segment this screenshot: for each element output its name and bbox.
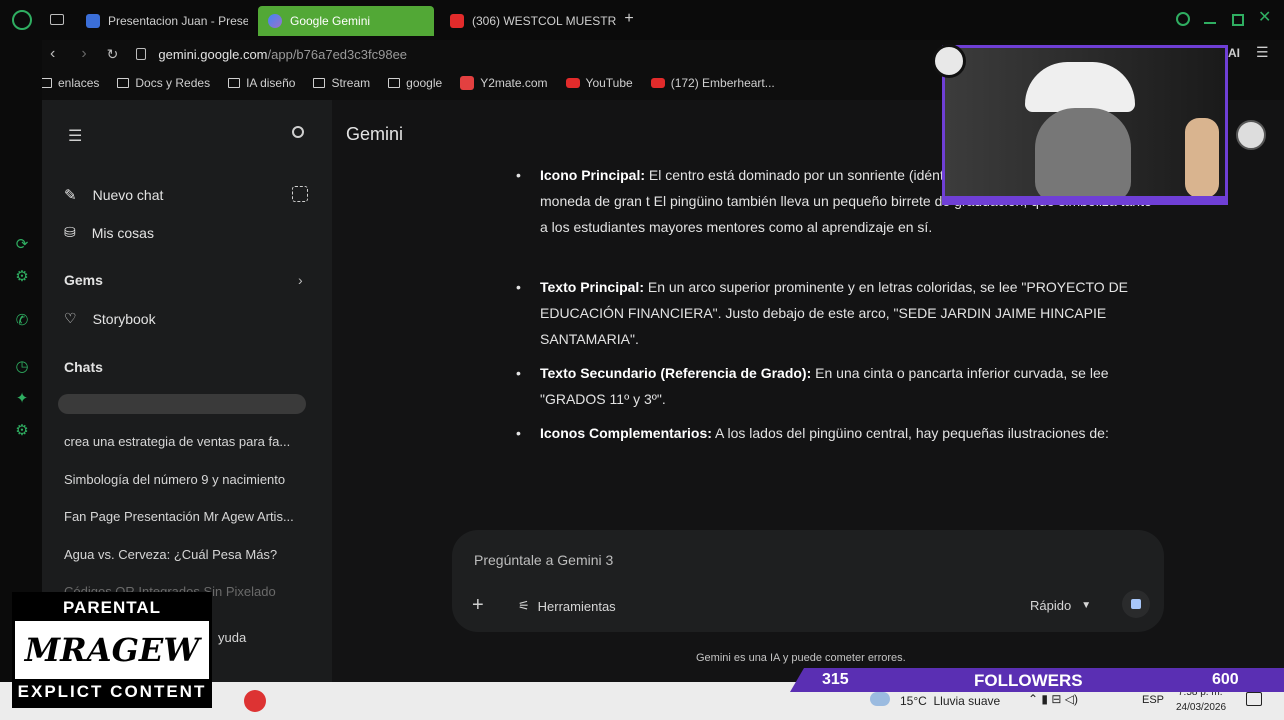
opera-taskbar-icon[interactable] bbox=[244, 690, 266, 712]
settings-icon[interactable]: ⚙ bbox=[13, 422, 31, 440]
chevron-right-icon[interactable]: › bbox=[298, 272, 303, 288]
page-title: Gemini bbox=[346, 124, 404, 144]
bookmark-ia-diseno[interactable]: IA diseño bbox=[228, 76, 295, 90]
prompt-input[interactable]: Pregúntale a Gemini 3 bbox=[474, 552, 613, 568]
streamer-avatar-icon bbox=[932, 44, 966, 78]
bookmark-google[interactable]: google bbox=[388, 76, 442, 90]
forward-icon[interactable]: › bbox=[81, 45, 86, 63]
bookmark-enlaces[interactable]: enlaces bbox=[40, 76, 99, 90]
folder-icon bbox=[388, 78, 401, 88]
browser-tab-bar: Presentacion Juan - Prese Google Gemini … bbox=[0, 0, 1284, 40]
followers-count: 315 bbox=[822, 671, 849, 688]
chevron-down-icon: ▼ bbox=[1081, 600, 1092, 611]
close-window-icon[interactable]: ✕ bbox=[1258, 10, 1274, 26]
chats-header: Chats bbox=[64, 359, 103, 375]
youtube-icon bbox=[650, 78, 665, 88]
folder-icon bbox=[228, 78, 241, 88]
chat-item[interactable]: crea una estrategia de ventas para fa... bbox=[64, 434, 314, 449]
parental-top-text: PARENTAL ADVISORY bbox=[15, 595, 209, 643]
extensions-icon[interactable]: ✦ bbox=[13, 390, 31, 408]
chat-item[interactable]: Fan Page Presentación Mr Agew Artis... bbox=[64, 509, 314, 524]
opera-sidebar: ⟳ ⚙ ✆ ◷ ✦ ⚙ bbox=[0, 40, 42, 682]
followers-goal: 600 bbox=[1212, 671, 1239, 688]
search-tabs-icon[interactable] bbox=[1176, 12, 1190, 26]
tab-presentacion[interactable]: Presentacion Juan - Prese bbox=[76, 6, 248, 36]
profile-badge: AI bbox=[1228, 46, 1240, 60]
maximize-icon[interactable] bbox=[1232, 14, 1244, 26]
edit-icon: ✎ bbox=[64, 187, 77, 204]
chat-item[interactable]: Agua vs. Cerveza: ¿Cuál Pesa Más? bbox=[64, 547, 314, 562]
folder-icon bbox=[117, 78, 130, 88]
slides-favicon-icon bbox=[86, 14, 100, 28]
sliders-icon: ⚟ bbox=[518, 598, 530, 613]
chat-item[interactable]: yuda bbox=[218, 630, 298, 645]
bookmark-stream[interactable]: Stream bbox=[313, 76, 370, 90]
workspaces-icon[interactable] bbox=[50, 14, 64, 25]
back-icon[interactable]: ‹ bbox=[50, 45, 55, 63]
opera-logo-icon[interactable] bbox=[12, 10, 32, 30]
temporary-chat-icon[interactable] bbox=[292, 186, 308, 202]
chat-item-placeholder[interactable] bbox=[58, 394, 306, 414]
tab-gemini[interactable]: Google Gemini bbox=[258, 6, 434, 36]
reload-icon[interactable]: ↻ bbox=[107, 46, 119, 63]
new-tab-icon[interactable]: + bbox=[620, 10, 638, 28]
url-text[interactable]: gemini.google.com/app/b76a7ed3c3fc98ee bbox=[158, 47, 407, 62]
gems-header[interactable]: Gems bbox=[64, 272, 103, 288]
bookmark-docs-redes[interactable]: Docs y Redes bbox=[117, 76, 210, 90]
bookmark-y2mate[interactable]: Y2mate.com bbox=[460, 76, 548, 90]
overlay-bottom-bar bbox=[945, 196, 1225, 202]
search-icon[interactable] bbox=[292, 126, 304, 138]
gem-storybook[interactable]: ♡ Storybook bbox=[64, 310, 156, 327]
tab-westcol[interactable]: (306) WESTCOL MUESTRA bbox=[440, 6, 616, 36]
mode-select[interactable]: Rápido ▼ bbox=[1030, 598, 1091, 613]
site-info-icon[interactable] bbox=[136, 48, 147, 60]
history-icon[interactable]: ◷ bbox=[13, 358, 31, 376]
chat-item[interactable]: Simbología del número 9 y nacimiento bbox=[64, 472, 314, 487]
language-indicator[interactable]: ESP bbox=[1142, 694, 1164, 706]
aria-icon[interactable]: ⟳ bbox=[13, 236, 31, 254]
y2mate-icon bbox=[460, 76, 475, 90]
minimize-icon[interactable] bbox=[1204, 22, 1216, 24]
folder-icon bbox=[313, 78, 326, 88]
stack-icon: ⛁ bbox=[64, 224, 76, 240]
disclaimer: Gemini es una IA y puede cometer errores… bbox=[696, 652, 906, 664]
bookmark-emberheart[interactable]: (172) Emberheart... bbox=[650, 76, 775, 90]
clock-date[interactable]: 24/03/2026 bbox=[1176, 702, 1226, 713]
hamburger-menu-icon[interactable]: ☰ bbox=[68, 126, 82, 146]
weather-icon bbox=[870, 692, 890, 706]
stop-icon bbox=[1131, 599, 1141, 609]
channel-badge-icon bbox=[1236, 120, 1266, 150]
parental-bottom-text: EXPLICT CONTENT bbox=[15, 679, 209, 705]
prompt-box: Pregúntale a Gemini 3 + ⚟ Herramientas R… bbox=[452, 530, 1164, 632]
whatsapp-icon[interactable]: ✆ bbox=[13, 312, 31, 330]
ai-assistant-icon[interactable]: ⚙ bbox=[13, 268, 31, 286]
tools-button[interactable]: ⚟ Herramientas bbox=[518, 598, 616, 614]
fade-overlay bbox=[512, 476, 1192, 516]
youtube-favicon-icon bbox=[450, 14, 464, 28]
stop-button[interactable] bbox=[1122, 590, 1150, 618]
new-chat-button[interactable]: ✎ Nuevo chat bbox=[64, 186, 163, 204]
youtube-icon bbox=[565, 78, 580, 88]
bookmark-youtube[interactable]: YouTube bbox=[565, 76, 633, 90]
streamer-face bbox=[1035, 108, 1131, 202]
menu-icon[interactable]: ☰ bbox=[1256, 44, 1269, 61]
followers-label: FOLLOWERS bbox=[974, 671, 1083, 690]
gemini-favicon-icon bbox=[268, 14, 282, 28]
tray-icons[interactable]: ⌃ ▮ ⊟ ◁) bbox=[1028, 692, 1078, 706]
add-icon[interactable]: + bbox=[472, 594, 484, 617]
my-stuff-button[interactable]: ⛁ Mis cosas bbox=[64, 224, 154, 241]
mragew-logo: MRAGEW bbox=[24, 631, 200, 669]
bookmarks-bar: enlaces Docs y Redes IA diseño Stream go… bbox=[40, 70, 775, 96]
followers-goal-bar: 315 FOLLOWERS 600 bbox=[790, 668, 1284, 692]
notifications-icon[interactable] bbox=[1246, 692, 1262, 706]
funko-figure bbox=[1185, 118, 1219, 198]
response-bullet: Iconos Complementarios: A los lados del … bbox=[516, 420, 1160, 446]
heart-gem-icon: ♡ bbox=[64, 310, 77, 326]
response-bullet: Texto Principal: En un arco superior pro… bbox=[516, 274, 1160, 352]
webcam-overlay bbox=[942, 45, 1228, 205]
weather-text[interactable]: 15°C Lluvia suave bbox=[900, 694, 1000, 708]
parental-advisory-overlay: PARENTAL ADVISORY MRAGEW EXPLICT CONTENT bbox=[12, 592, 212, 708]
response-bullet: Texto Secundario (Referencia de Grado): … bbox=[516, 360, 1160, 412]
